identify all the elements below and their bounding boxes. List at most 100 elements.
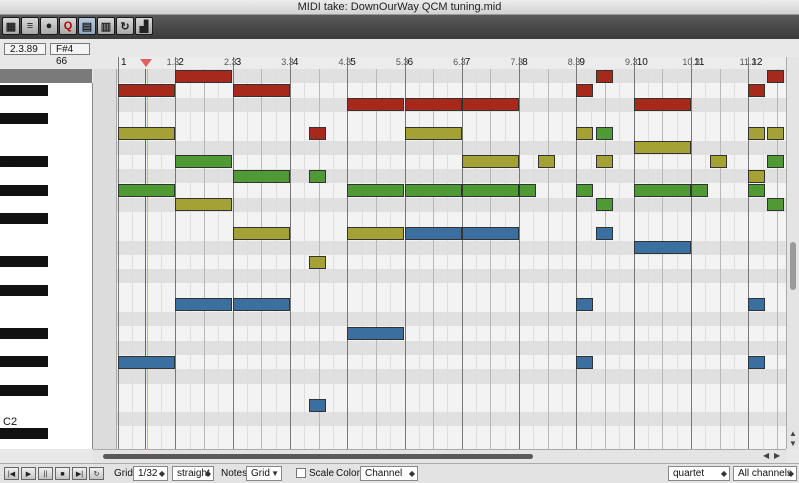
black-key[interactable] — [0, 113, 48, 125]
midi-note[interactable] — [118, 83, 175, 97]
midi-note[interactable] — [595, 198, 613, 212]
midi-note[interactable] — [175, 155, 233, 169]
midi-note[interactable] — [595, 226, 613, 240]
piano-roll-button[interactable]: ▤ — [78, 17, 96, 35]
midi-note[interactable] — [748, 355, 766, 369]
midi-note[interactable] — [461, 184, 519, 197]
scroll-up-icon[interactable]: ▲ — [789, 429, 797, 438]
octave-label: C3 — [3, 157, 18, 170]
black-key[interactable] — [0, 284, 48, 296]
stop-button[interactable]: ■ — [55, 467, 70, 480]
midi-note[interactable] — [519, 184, 537, 197]
midi-note[interactable] — [309, 255, 327, 269]
midi-note[interactable] — [175, 69, 233, 83]
midi-note[interactable] — [118, 184, 175, 197]
note-grid[interactable] — [117, 69, 786, 449]
midi-note[interactable] — [691, 184, 709, 197]
midi-note[interactable] — [232, 169, 290, 183]
grid-mode-select[interactable]: straight ◆ — [172, 466, 214, 481]
beat-line — [562, 69, 564, 449]
midi-note[interactable] — [232, 83, 290, 97]
midi-note[interactable] — [347, 184, 405, 197]
black-key[interactable] — [0, 427, 48, 439]
midi-note[interactable] — [538, 155, 556, 169]
midi-note[interactable] — [347, 327, 405, 340]
midi-note[interactable] — [461, 226, 519, 240]
midi-note[interactable] — [595, 155, 613, 169]
rewind-button[interactable]: |◀ — [4, 467, 19, 480]
notes-select[interactable]: Grid ▼ — [246, 466, 282, 481]
midi-note[interactable] — [767, 155, 785, 169]
midi-note[interactable] — [175, 298, 233, 312]
loop-button[interactable]: ↻ — [116, 17, 134, 35]
quantize-button[interactable]: Q — [59, 17, 77, 35]
black-key[interactable] — [0, 384, 48, 396]
drum-map-button[interactable]: ● — [40, 17, 58, 35]
grid-view-button[interactable]: ▦ — [2, 17, 20, 35]
grid-select[interactable]: 1/32 ◆ — [133, 466, 168, 481]
scroll-down-icon[interactable]: ▼ — [789, 439, 797, 448]
midi-note[interactable] — [576, 126, 594, 140]
midi-note[interactable] — [576, 184, 594, 197]
midi-note[interactable] — [118, 355, 175, 369]
midi-note[interactable] — [748, 83, 766, 97]
midi-note[interactable] — [748, 126, 766, 140]
grid-lines-button[interactable]: ▥ — [97, 17, 115, 35]
black-key[interactable] — [0, 84, 48, 96]
midi-note[interactable] — [175, 198, 233, 212]
midi-note[interactable] — [309, 169, 327, 183]
midi-note[interactable] — [309, 398, 327, 412]
midi-note[interactable] — [347, 226, 405, 240]
horizontal-scrollbar[interactable]: ◀ ▶ — [93, 449, 786, 463]
midi-note[interactable] — [748, 184, 766, 197]
event-list-button[interactable]: ≡ — [21, 17, 39, 35]
velocity-button[interactable]: ▟ — [135, 17, 153, 35]
forward-button[interactable]: ▶| — [72, 467, 87, 480]
black-key[interactable] — [0, 184, 48, 196]
midi-note[interactable] — [232, 226, 290, 240]
piano-keyboard[interactable]: C3 C2 — [0, 83, 93, 449]
midi-note[interactable] — [404, 226, 462, 240]
midi-note[interactable] — [404, 184, 462, 197]
midi-note[interactable] — [347, 98, 405, 112]
black-key[interactable] — [0, 356, 48, 368]
midi-note[interactable] — [748, 298, 766, 312]
play-button[interactable]: ▶ — [21, 467, 36, 480]
loop-button[interactable]: ↻ — [89, 467, 104, 480]
horizontal-scroll-thumb[interactable] — [103, 454, 533, 459]
midi-note[interactable] — [633, 184, 691, 197]
midi-note[interactable] — [767, 69, 785, 83]
midi-note[interactable] — [710, 155, 728, 169]
midi-note[interactable] — [461, 98, 519, 112]
midi-note[interactable] — [309, 126, 327, 140]
midi-note[interactable] — [595, 126, 613, 140]
midi-note[interactable] — [232, 298, 290, 312]
midi-note[interactable] — [633, 241, 691, 255]
midi-note[interactable] — [576, 298, 594, 312]
midi-note[interactable] — [767, 126, 785, 140]
scroll-left-icon[interactable]: ◀ — [763, 451, 769, 460]
midi-note[interactable] — [748, 169, 766, 183]
midi-note[interactable] — [118, 126, 175, 140]
channels-select[interactable]: All channels ◆ — [733, 466, 797, 481]
black-key[interactable] — [0, 327, 48, 339]
vertical-scroll-thumb[interactable] — [790, 242, 796, 290]
midi-note[interactable] — [576, 83, 594, 97]
scroll-right-icon[interactable]: ▶ — [774, 451, 780, 460]
pause-button[interactable]: || — [38, 467, 53, 480]
midi-note[interactable] — [633, 141, 691, 155]
midi-note[interactable] — [404, 98, 462, 112]
midi-note[interactable] — [767, 198, 785, 212]
color-select[interactable]: Channel ◆ — [360, 466, 418, 481]
midi-note[interactable] — [633, 98, 691, 112]
vertical-scrollbar[interactable]: ▲ ▼ — [786, 57, 799, 449]
playhead-marker[interactable] — [140, 59, 152, 67]
black-key[interactable] — [0, 213, 48, 225]
midi-note[interactable] — [404, 126, 462, 140]
midi-note[interactable] — [595, 69, 613, 83]
tuning-select[interactable]: quartet ◆ — [668, 466, 730, 481]
midi-note[interactable] — [576, 355, 594, 369]
midi-note[interactable] — [461, 155, 519, 169]
black-key[interactable] — [0, 256, 48, 268]
scale-checkbox[interactable] — [296, 468, 306, 478]
